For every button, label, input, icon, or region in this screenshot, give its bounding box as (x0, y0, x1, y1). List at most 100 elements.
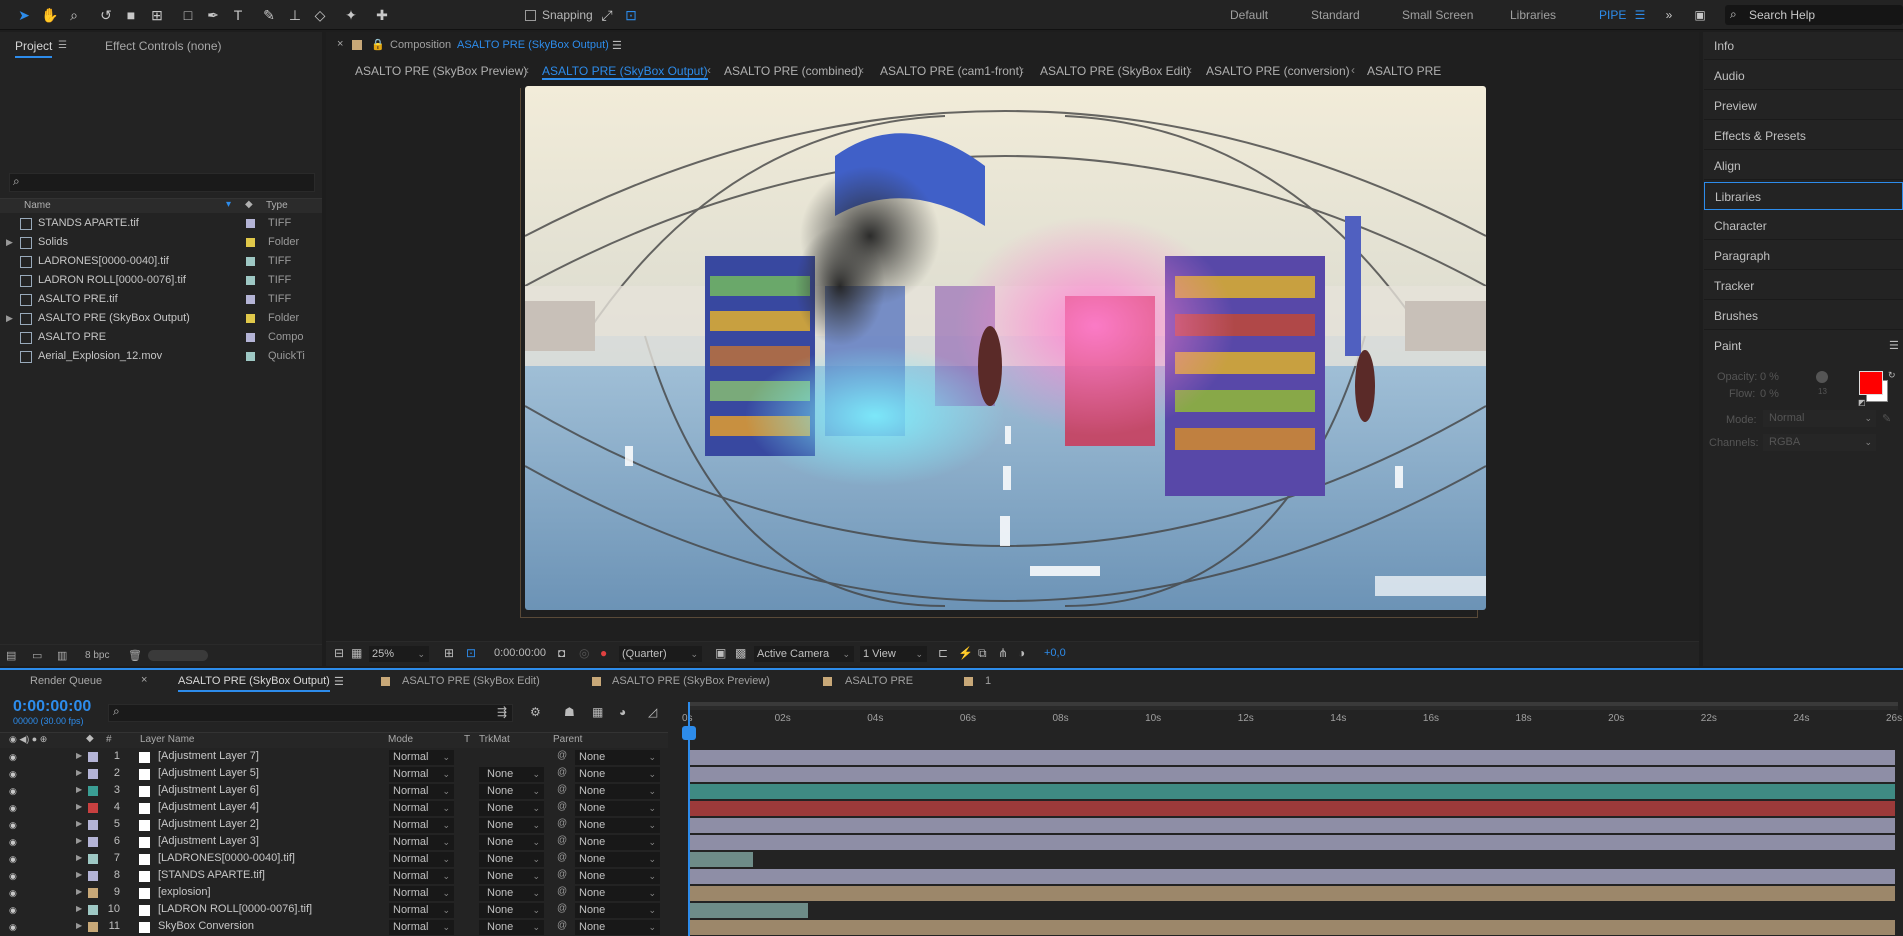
interpret-footage-icon[interactable]: ▤ (6, 649, 16, 662)
layer-label-swatch[interactable] (88, 922, 98, 932)
eyedropper-icon[interactable]: ✎ (1882, 412, 1891, 425)
type-tool-icon[interactable]: T (228, 5, 248, 25)
lock-icon[interactable]: 🔒 (371, 38, 385, 51)
panel-info[interactable]: Info (1704, 32, 1903, 60)
zoom-tool-icon[interactable]: ⌕ (64, 5, 84, 25)
bit-depth-label[interactable]: 8 bpc (85, 650, 109, 661)
workspace-standard[interactable]: Standard (1311, 8, 1360, 22)
layer-duration-bar[interactable] (690, 903, 808, 918)
comp-viewport[interactable] (525, 86, 1486, 610)
breadcrumb-cam1-front[interactable]: ASALTO PRE (cam1-front) (880, 64, 1023, 78)
motion-blur-icon[interactable]: ◕ (619, 705, 626, 719)
visibility-eye-icon[interactable]: ◉ (9, 922, 19, 932)
blend-mode-dropdown[interactable]: Normal ⌄ (389, 784, 454, 799)
channels-dropdown[interactable]: RGBA ⌄ (1763, 434, 1876, 451)
panel-align[interactable]: Align (1704, 152, 1903, 180)
track-matte-dropdown[interactable]: None ⌄ (479, 818, 544, 833)
toggle-pixel-aspect-icon[interactable]: ⊏ (938, 646, 948, 660)
pick-whip-icon[interactable]: @ (557, 784, 567, 795)
layer-name[interactable]: [explosion] (158, 886, 211, 898)
panel-tracker[interactable]: Tracker (1704, 272, 1903, 300)
blend-mode-dropdown[interactable]: Normal ⌄ (389, 886, 454, 901)
layer-duration-bar[interactable] (690, 801, 1895, 816)
col-parent-header[interactable]: Parent (553, 734, 582, 745)
sort-arrow-icon[interactable]: ▾ (226, 199, 231, 210)
layer-row[interactable]: ◉ ▶ 1 [Adjustment Layer 7] Normal ⌄ @ None ⌄ (0, 749, 1903, 766)
pick-whip-icon[interactable]: @ (557, 852, 567, 863)
layer-name[interactable]: [Adjustment Layer 4] (158, 801, 259, 813)
breadcrumb-combined[interactable]: ASALTO PRE (combined) (724, 64, 862, 78)
expand-triangle-icon[interactable]: ▶ (76, 921, 82, 930)
layer-label-swatch[interactable] (88, 854, 98, 864)
comp-mini-flowchart-icon[interactable]: ⇶ (497, 705, 507, 719)
layer-duration-bar[interactable] (690, 886, 1895, 901)
col-name-header[interactable]: Name (24, 200, 51, 211)
parent-dropdown[interactable]: None ⌄ (575, 835, 660, 850)
draft-3d-icon[interactable]: ⚙ (530, 705, 541, 719)
clone-stamp-tool-icon[interactable]: ⊥ (285, 5, 305, 25)
playhead-handle[interactable] (682, 726, 696, 740)
parent-dropdown[interactable]: None ⌄ (575, 801, 660, 816)
new-folder-icon[interactable]: ▭ (32, 649, 42, 662)
pick-whip-icon[interactable]: @ (557, 886, 567, 897)
layer-name[interactable]: [LADRON ROLL[0000-0076].tif] (158, 903, 312, 915)
blend-mode-dropdown[interactable]: Normal ⌄ (389, 750, 454, 765)
col-mode-header[interactable]: Mode (388, 734, 413, 745)
tab-skybox-edit[interactable]: ASALTO PRE (SkyBox Edit) (402, 675, 540, 687)
snap-edges-icon[interactable]: ⤢ (597, 5, 617, 25)
channel-icon[interactable]: ● (600, 646, 607, 660)
expand-triangle-icon[interactable]: ▶ (76, 887, 82, 896)
layer-row[interactable]: ◉ ▶ 10 [LADRON ROLL[0000-0076].tif] Normal ⌄ N… (0, 902, 1903, 919)
track-matte-dropdown[interactable]: None ⌄ (479, 903, 544, 918)
pick-whip-icon[interactable]: @ (557, 767, 567, 778)
track-matte-dropdown[interactable]: None ⌄ (479, 835, 544, 850)
tab-skybox-preview[interactable]: ASALTO PRE (SkyBox Preview) (612, 675, 770, 687)
layer-duration-bar[interactable] (690, 750, 1895, 765)
shy-layers-icon[interactable]: ☗ (564, 705, 575, 719)
pick-whip-icon[interactable]: @ (557, 869, 567, 880)
layer-name[interactable]: [Adjustment Layer 6] (158, 784, 259, 796)
col-num-header[interactable]: # (106, 734, 112, 745)
brush-tool-icon[interactable]: ✎ (259, 5, 279, 25)
layer-row[interactable]: ◉ ▶ 5 [Adjustment Layer 2] Normal ⌄ None ⌄ @ None… (0, 817, 1903, 834)
project-item[interactable]: Aerial_Explosion_12.mov QuickTi (0, 347, 322, 366)
visibility-eye-icon[interactable]: ◉ (9, 854, 19, 864)
visibility-eye-icon[interactable]: ◉ (9, 888, 19, 898)
layer-duration-bar[interactable] (690, 767, 1895, 782)
layer-duration-bar[interactable] (690, 818, 1895, 833)
tab-effect-controls[interactable]: Effect Controls (none) (105, 34, 222, 58)
layer-row[interactable]: ◉ ▶ 4 [Adjustment Layer 4] Normal ⌄ None ⌄ @ None… (0, 800, 1903, 817)
layer-label-swatch[interactable] (88, 786, 98, 796)
views-dropdown[interactable]: 1 View ⌄ (860, 646, 927, 662)
eraser-tool-icon[interactable]: ◇ (310, 5, 330, 25)
project-item[interactable]: ASALTO PRE Compo (0, 328, 322, 347)
breadcrumb-skybox-edit[interactable]: ASALTO PRE (SkyBox Edit) (1040, 64, 1190, 78)
layer-row[interactable]: ◉ ▶ 2 [Adjustment Layer 5] Normal ⌄ None ⌄ @ None… (0, 766, 1903, 783)
layer-name[interactable]: [STANDS APARTE.tif] (158, 869, 265, 881)
resolution-dropdown[interactable]: (Quarter) ⌄ (619, 646, 702, 662)
expand-triangle-icon[interactable]: ▶ (76, 819, 82, 828)
expand-triangle-icon[interactable]: ▶ (76, 836, 82, 845)
blend-mode-dropdown[interactable]: Normal ⌄ (389, 801, 454, 816)
layer-label-swatch[interactable] (88, 888, 98, 898)
layer-name[interactable]: [LADRONES[0000-0040].tif] (158, 852, 295, 864)
expand-triangle-icon[interactable]: ▶ (76, 870, 82, 879)
project-search-input[interactable] (9, 173, 315, 192)
col-layer-name-header[interactable]: Layer Name (140, 734, 194, 745)
layer-duration-bar[interactable] (690, 784, 1895, 799)
project-menu-icon[interactable]: ☰ (58, 40, 67, 51)
panel-audio[interactable]: Audio (1704, 62, 1903, 90)
label-swatch[interactable] (246, 276, 255, 285)
expand-triangle-icon[interactable]: ▶ (76, 853, 82, 862)
graph-editor-icon[interactable]: ◿ (648, 705, 657, 719)
layer-duration-bar[interactable] (690, 920, 1895, 935)
pick-whip-icon[interactable]: @ (557, 801, 567, 812)
fast-preview-icon[interactable]: ⚡ (958, 646, 973, 660)
pick-whip-icon[interactable]: @ (557, 903, 567, 914)
layer-duration-bar[interactable] (690, 835, 1895, 850)
layer-name[interactable]: SkyBox Conversion (158, 920, 254, 932)
label-swatch[interactable] (246, 295, 255, 304)
panel-effects-presets[interactable]: Effects & Presets (1704, 122, 1903, 150)
visibility-eye-icon[interactable]: ◉ (9, 871, 19, 881)
camera-dropdown[interactable]: Active Camera ⌄ (754, 646, 854, 662)
